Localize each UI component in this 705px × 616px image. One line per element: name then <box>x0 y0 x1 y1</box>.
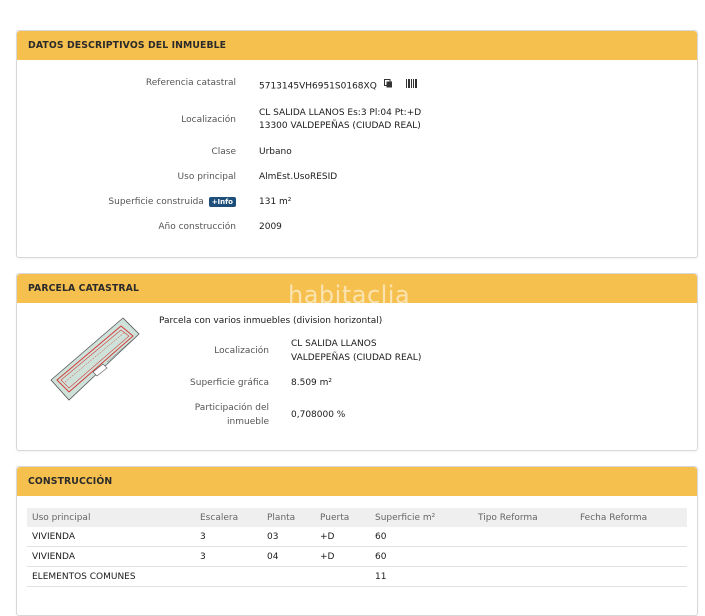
parcela-superficie-value: 8.509 m² <box>291 378 333 388</box>
clase-value: Urbano <box>259 147 292 157</box>
superficie-value: 131 m² <box>259 197 292 207</box>
cell-uso: VIVIENDA <box>27 546 195 567</box>
table-row: VIVIENDA 3 03 +D 60 <box>27 527 687 547</box>
barcode-icon[interactable] <box>405 79 418 93</box>
parcela-localizacion-line1: CL SALIDA LLANOS <box>291 339 377 349</box>
participacion-value: 0,708000 % <box>291 410 346 420</box>
parcela-superficie-label: Superficie gráfica <box>190 378 269 388</box>
col-escalera: Escalera <box>195 508 262 527</box>
parcela-panel: PARCELA CATASTRAL Parcela con varios inm… <box>16 273 698 451</box>
cell-fecha-reforma <box>575 527 687 547</box>
copy-icon[interactable] <box>383 79 393 93</box>
cell-superficie: 11 <box>370 566 473 587</box>
parcela-localizacion-line2: VALDEPEÑAS (CIUDAD REAL) <box>291 353 422 363</box>
referencia-value: 5713145VH6951S0168XQ <box>259 81 377 92</box>
col-planta: Planta <box>262 508 315 527</box>
info-badge-button[interactable]: +Info <box>208 196 236 207</box>
participacion-label-line2: inmueble <box>227 417 269 427</box>
clase-label: Clase <box>211 147 236 157</box>
cell-uso: VIVIENDA <box>27 527 195 547</box>
localizacion-line2: 13300 VALDEPEÑAS (CIUDAD REAL) <box>259 121 421 131</box>
cell-fecha-reforma <box>575 546 687 567</box>
cell-puerta: +D <box>315 527 370 547</box>
cell-escalera: 3 <box>195 527 262 547</box>
cell-tipo-reforma <box>473 527 575 547</box>
table-header-row: Uso principal Escalera Planta Puerta Sup… <box>27 508 687 527</box>
col-uso-principal: Uso principal <box>27 508 195 527</box>
localizacion-label: Localización <box>181 115 236 125</box>
cell-uso: ELEMENTOS COMUNES <box>27 566 195 587</box>
col-puerta: Puerta <box>315 508 370 527</box>
table-row: ELEMENTOS COMUNES 11 <box>27 566 687 587</box>
parcela-header: PARCELA CATASTRAL <box>17 274 697 303</box>
cell-planta: 03 <box>262 527 315 547</box>
anio-value: 2009 <box>259 222 282 232</box>
col-superficie: Superficie m² <box>370 508 473 527</box>
table-row: VIVIENDA 3 04 +D 60 <box>27 546 687 567</box>
anio-label: Año construcción <box>158 222 236 232</box>
uso-label: Uso principal <box>177 172 236 182</box>
referencia-value-row: 5713145VH6951S0168XQ <box>259 79 418 94</box>
construccion-header: CONSTRUCCIÓN <box>17 467 697 496</box>
cell-tipo-reforma <box>473 546 575 567</box>
col-tipo-reforma: Tipo Reforma <box>473 508 575 527</box>
uso-value: AlmEst.UsoRESID <box>259 172 338 182</box>
parcela-descripcion: Parcela con varios inmuebles (division h… <box>159 316 383 326</box>
cell-fecha-reforma <box>575 566 687 587</box>
cell-puerta <box>315 566 370 587</box>
cell-superficie: 60 <box>370 527 473 547</box>
col-fecha-reforma: Fecha Reforma <box>575 508 687 527</box>
datos-header: DATOS DESCRIPTIVOS DEL INMUEBLE <box>17 31 697 60</box>
construccion-panel: CONSTRUCCIÓN Uso principal Escalera Plan… <box>16 466 698 616</box>
parcel-map-image[interactable] <box>45 310 145 406</box>
cell-planta <box>262 566 315 587</box>
cell-escalera <box>195 566 262 587</box>
cell-puerta: +D <box>315 546 370 567</box>
parcela-localizacion-label: Localización <box>214 346 269 356</box>
cell-tipo-reforma <box>473 566 575 587</box>
referencia-label: Referencia catastral <box>145 78 236 88</box>
participacion-label-line1: Participación del <box>194 403 269 413</box>
construccion-table: Uso principal Escalera Planta Puerta Sup… <box>27 508 687 587</box>
superficie-label-row: Superficie construida +Info <box>108 196 236 209</box>
datos-panel: DATOS DESCRIPTIVOS DEL INMUEBLE Referenc… <box>16 30 698 258</box>
superficie-label: Superficie construida <box>108 197 204 207</box>
cell-escalera: 3 <box>195 546 262 567</box>
cell-superficie: 60 <box>370 546 473 567</box>
cell-planta: 04 <box>262 546 315 567</box>
localizacion-line1: CL SALIDA LLANOS Es:3 Pl:04 Pt:+D <box>259 108 422 118</box>
